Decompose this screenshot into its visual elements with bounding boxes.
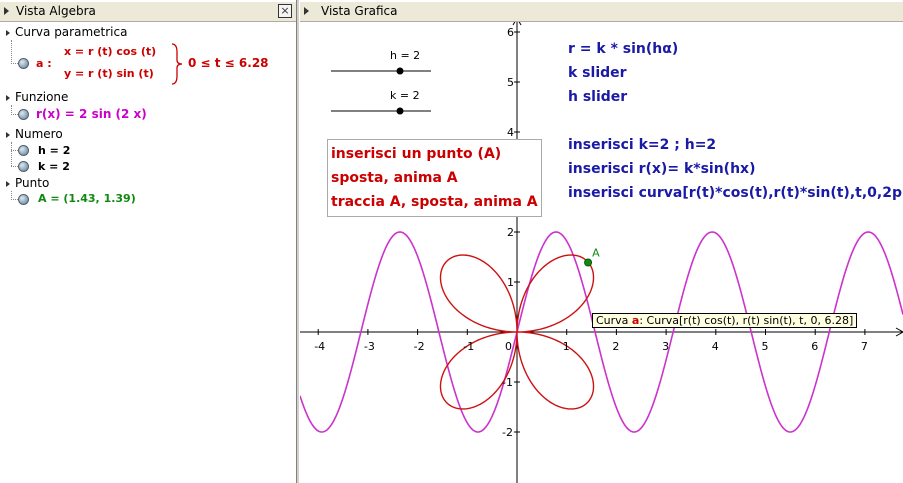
x-tick-label: 1 — [563, 340, 570, 353]
algebra-view: Vista Algebra × Curva parametrica a : x … — [0, 0, 296, 483]
x-tick-label: 5 — [762, 340, 769, 353]
curve-y-equation[interactable]: y = r (t) sin (t) — [64, 67, 154, 80]
y-tick-label: 5 — [507, 76, 514, 89]
collapse-triangle-icon[interactable] — [4, 7, 9, 15]
text-insert-r: inserisci r(x)= k*sin(hx) — [568, 161, 756, 177]
tree-branch — [11, 199, 18, 200]
text-k-slider: k slider — [568, 65, 627, 81]
tree-line — [11, 40, 12, 64]
category-punto[interactable]: Punto — [6, 176, 49, 190]
point-A-value[interactable]: A = (1.43, 1.39) — [38, 192, 136, 205]
y-tick-label: 1 — [507, 276, 514, 289]
graphics-view[interactable]: -4-3-2-101234567-2-1123456 A Vista Grafi… — [300, 0, 903, 483]
visibility-toggle-a[interactable] — [18, 58, 29, 69]
close-icon[interactable]: × — [278, 4, 292, 18]
tree-branch — [11, 63, 18, 64]
visibility-toggle-k[interactable] — [18, 161, 29, 172]
curve-range[interactable]: 0 ≤ t ≤ 6.28 — [188, 56, 269, 70]
y-tick-label: -1 — [502, 376, 513, 389]
tree-branch — [11, 166, 18, 167]
visibility-toggle-h[interactable] — [18, 145, 29, 156]
x-tick-label: -3 — [364, 340, 375, 353]
y-tick-label: 6 — [507, 26, 514, 39]
instruction-line: inserisci un punto (A) — [331, 146, 502, 162]
tree-branch — [11, 114, 18, 115]
y-tick-label: 4 — [507, 126, 514, 139]
x-tick-label: 3 — [662, 340, 669, 353]
number-h[interactable]: h = 2 — [38, 144, 70, 157]
brace-icon — [171, 43, 183, 85]
graphics-titlebar[interactable]: Vista Grafica — [300, 2, 903, 22]
x-tick-label: 6 — [811, 340, 818, 353]
curve-tooltip: Curva a: Curva[r(t) cos(t), r(t) sin(t),… — [592, 313, 858, 328]
instructions-box[interactable]: inserisci un punto (A) sposta, anima A t… — [327, 139, 542, 217]
category-funzione[interactable]: Funzione — [6, 90, 68, 104]
visibility-toggle-r[interactable] — [18, 109, 29, 120]
slider-k-label: k = 2 — [390, 89, 420, 102]
slider-h-label: h = 2 — [390, 49, 421, 62]
x-tick-label: 0 — [505, 340, 512, 353]
axes — [300, 16, 903, 483]
algebra-titlebar[interactable]: Vista Algebra × — [0, 2, 296, 22]
instruction-line: traccia A, sposta, anima A — [331, 194, 538, 210]
expand-triangle-icon[interactable] — [6, 94, 10, 101]
x-tick-label: -1 — [463, 340, 474, 353]
y-tick-label: -2 — [502, 426, 513, 439]
tree-branch — [11, 150, 18, 151]
graphics-title: Vista Grafica — [321, 4, 398, 18]
category-numero[interactable]: Numero — [6, 127, 63, 141]
point-A[interactable] — [584, 258, 593, 267]
curve-x-equation[interactable]: x = r (t) cos (t) — [64, 45, 156, 58]
text-insert-kh: inserisci k=2 ; h=2 — [568, 137, 717, 153]
y-tick-label: 2 — [507, 226, 514, 239]
expand-triangle-icon[interactable] — [6, 131, 10, 138]
x-tick-label: -4 — [314, 340, 325, 353]
number-k[interactable]: k = 2 — [38, 160, 70, 173]
slider-k-handle[interactable] — [396, 107, 404, 115]
expand-triangle-icon[interactable] — [6, 180, 10, 187]
x-tick-label: 4 — [712, 340, 719, 353]
x-tick-label: 7 — [861, 340, 868, 353]
text-h-slider: h slider — [568, 89, 628, 105]
x-tick-label: -2 — [414, 340, 425, 353]
point-A-label: A — [592, 247, 600, 260]
visibility-toggle-A[interactable] — [18, 194, 29, 205]
expand-triangle-icon[interactable] — [6, 29, 10, 36]
collapse-triangle-icon[interactable] — [304, 7, 309, 15]
category-curva-parametrica[interactable]: Curva parametrica — [6, 25, 127, 39]
curve-name[interactable]: a : — [36, 57, 52, 70]
text-insert-curva: inserisci curva[r(t)*cos(t),r(t)*sin(t),… — [568, 185, 903, 201]
instruction-line: sposta, anima A — [331, 170, 458, 186]
tree-line — [11, 142, 12, 166]
function-r[interactable]: r(x) = 2 sin (2 x) — [36, 107, 147, 121]
formula-text: r = k * sin(hα) — [568, 41, 679, 57]
slider-h-handle[interactable] — [396, 67, 404, 75]
x-tick-label: 2 — [612, 340, 619, 353]
algebra-title: Vista Algebra — [16, 4, 96, 18]
